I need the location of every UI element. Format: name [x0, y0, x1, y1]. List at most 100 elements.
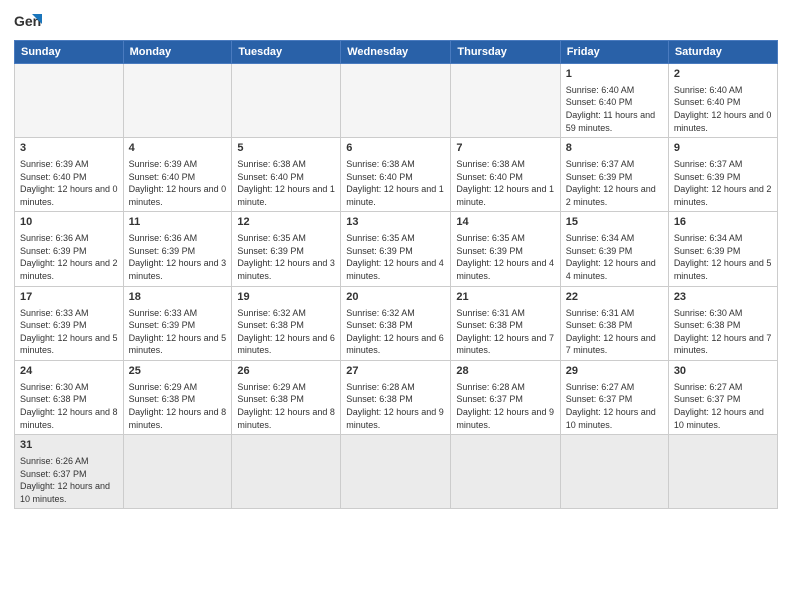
- calendar-cell: 6 Sunrise: 6:38 AM Sunset: 6:40 PM Daylig…: [341, 138, 451, 212]
- day-number: 13: [346, 215, 445, 230]
- day-number: 17: [20, 290, 118, 305]
- day-number: 24: [20, 364, 118, 379]
- day-info: Sunrise: 6:37 AM Sunset: 6:39 PM Dayligh…: [674, 158, 772, 208]
- col-header-friday: Friday: [560, 41, 668, 64]
- day-number: 4: [129, 141, 227, 156]
- day-info: Sunrise: 6:36 AM Sunset: 6:39 PM Dayligh…: [20, 232, 118, 282]
- logo-icon: General: [14, 10, 42, 34]
- day-number: 6: [346, 141, 445, 156]
- day-number: 20: [346, 290, 445, 305]
- calendar-cell: 10 Sunrise: 6:36 AM Sunset: 6:39 PM Dayli…: [15, 212, 124, 286]
- logo: General: [14, 10, 46, 34]
- day-info: Sunrise: 6:30 AM Sunset: 6:38 PM Dayligh…: [20, 381, 118, 431]
- day-number: 22: [566, 290, 663, 305]
- col-header-tuesday: Tuesday: [232, 41, 341, 64]
- day-info: Sunrise: 6:28 AM Sunset: 6:38 PM Dayligh…: [346, 381, 445, 431]
- calendar-cell: 31Sunrise: 6:26 AM Sunset: 6:37 PM Dayli…: [15, 435, 124, 509]
- calendar-cell: 13Sunrise: 6:35 AM Sunset: 6:39 PM Dayli…: [341, 212, 451, 286]
- day-info: Sunrise: 6:36 AM Sunset: 6:39 PM Dayligh…: [129, 232, 227, 282]
- day-number: 15: [566, 215, 663, 230]
- day-number: 10: [20, 215, 118, 230]
- calendar-cell: 19 Sunrise: 6:32 AM Sunset: 6:38 PM Dayli…: [232, 286, 341, 360]
- day-info: Sunrise: 6:32 AM Sunset: 6:38 PM Dayligh…: [346, 307, 445, 357]
- calendar-cell: 11 Sunrise: 6:36 AM Sunset: 6:39 PM Dayli…: [123, 212, 232, 286]
- day-info: Sunrise: 6:38 AM Sunset: 6:40 PM Dayligh…: [237, 158, 335, 208]
- day-info: Sunrise: 6:38 AM Sunset: 6:40 PM Dayligh…: [346, 158, 445, 208]
- day-number: 14: [456, 215, 554, 230]
- day-number: 28: [456, 364, 554, 379]
- day-number: 19: [237, 290, 335, 305]
- col-header-monday: Monday: [123, 41, 232, 64]
- calendar-week-row: 31Sunrise: 6:26 AM Sunset: 6:37 PM Dayli…: [15, 435, 778, 509]
- calendar-cell: [15, 64, 124, 138]
- day-info: Sunrise: 6:33 AM Sunset: 6:39 PM Dayligh…: [129, 307, 227, 357]
- page: General SundayMondayTuesdayWednesdayThur…: [0, 0, 792, 612]
- calendar-cell: 22 Sunrise: 6:31 AM Sunset: 6:38 PM Dayli…: [560, 286, 668, 360]
- day-number: 18: [129, 290, 227, 305]
- day-info: Sunrise: 6:30 AM Sunset: 6:38 PM Dayligh…: [674, 307, 772, 357]
- calendar-cell: 30 Sunrise: 6:27 AM Sunset: 6:37 PM Dayli…: [668, 360, 777, 434]
- day-number: 23: [674, 290, 772, 305]
- day-info: Sunrise: 6:33 AM Sunset: 6:39 PM Dayligh…: [20, 307, 118, 357]
- day-number: 31: [20, 438, 118, 453]
- day-info: Sunrise: 6:31 AM Sunset: 6:38 PM Dayligh…: [566, 307, 663, 357]
- col-header-wednesday: Wednesday: [341, 41, 451, 64]
- day-number: 8: [566, 141, 663, 156]
- day-info: Sunrise: 6:31 AM Sunset: 6:38 PM Dayligh…: [456, 307, 554, 357]
- calendar-cell: [341, 435, 451, 509]
- day-number: 2: [674, 67, 772, 82]
- calendar-cell: [123, 64, 232, 138]
- day-info: Sunrise: 6:27 AM Sunset: 6:37 PM Dayligh…: [566, 381, 663, 431]
- day-number: 30: [674, 364, 772, 379]
- day-info: Sunrise: 6:27 AM Sunset: 6:37 PM Dayligh…: [674, 381, 772, 431]
- calendar-cell: 28 Sunrise: 6:28 AM Sunset: 6:37 PM Dayli…: [451, 360, 560, 434]
- day-info: Sunrise: 6:34 AM Sunset: 6:39 PM Dayligh…: [566, 232, 663, 282]
- day-info: Sunrise: 6:35 AM Sunset: 6:39 PM Dayligh…: [456, 232, 554, 282]
- calendar-cell: 29 Sunrise: 6:27 AM Sunset: 6:37 PM Dayli…: [560, 360, 668, 434]
- calendar-cell: 14 Sunrise: 6:35 AM Sunset: 6:39 PM Dayli…: [451, 212, 560, 286]
- day-info: Sunrise: 6:28 AM Sunset: 6:37 PM Dayligh…: [456, 381, 554, 431]
- day-info: Sunrise: 6:39 AM Sunset: 6:40 PM Dayligh…: [20, 158, 118, 208]
- day-info: Sunrise: 6:40 AM Sunset: 6:40 PM Dayligh…: [674, 84, 772, 134]
- calendar-cell: 16Sunrise: 6:34 AM Sunset: 6:39 PM Dayli…: [668, 212, 777, 286]
- calendar-cell: [451, 64, 560, 138]
- calendar-cell: 23 Sunrise: 6:30 AM Sunset: 6:38 PM Dayli…: [668, 286, 777, 360]
- day-info: Sunrise: 6:37 AM Sunset: 6:39 PM Dayligh…: [566, 158, 663, 208]
- day-number: 7: [456, 141, 554, 156]
- calendar-cell: 5 Sunrise: 6:38 AM Sunset: 6:40 PM Daylig…: [232, 138, 341, 212]
- day-number: 16: [674, 215, 772, 230]
- day-number: 26: [237, 364, 335, 379]
- col-header-thursday: Thursday: [451, 41, 560, 64]
- day-number: 5: [237, 141, 335, 156]
- day-info: Sunrise: 6:40 AM Sunset: 6:40 PM Dayligh…: [566, 84, 663, 134]
- calendar-cell: 1Sunrise: 6:40 AM Sunset: 6:40 PM Daylig…: [560, 64, 668, 138]
- calendar-cell: 27 Sunrise: 6:28 AM Sunset: 6:38 PM Dayli…: [341, 360, 451, 434]
- calendar-cell: [451, 435, 560, 509]
- day-info: Sunrise: 6:38 AM Sunset: 6:40 PM Dayligh…: [456, 158, 554, 208]
- calendar-week-row: 17 Sunrise: 6:33 AM Sunset: 6:39 PM Dayli…: [15, 286, 778, 360]
- calendar-cell: 17 Sunrise: 6:33 AM Sunset: 6:39 PM Dayli…: [15, 286, 124, 360]
- day-number: 27: [346, 364, 445, 379]
- calendar-cell: 9Sunrise: 6:37 AM Sunset: 6:39 PM Daylig…: [668, 138, 777, 212]
- calendar-cell: 4Sunrise: 6:39 AM Sunset: 6:40 PM Daylig…: [123, 138, 232, 212]
- day-number: 29: [566, 364, 663, 379]
- calendar-cell: 21Sunrise: 6:31 AM Sunset: 6:38 PM Dayli…: [451, 286, 560, 360]
- calendar-cell: 15 Sunrise: 6:34 AM Sunset: 6:39 PM Dayli…: [560, 212, 668, 286]
- col-header-sunday: Sunday: [15, 41, 124, 64]
- calendar-cell: 12Sunrise: 6:35 AM Sunset: 6:39 PM Dayli…: [232, 212, 341, 286]
- calendar-cell: 2 Sunrise: 6:40 AM Sunset: 6:40 PM Daylig…: [668, 64, 777, 138]
- day-number: 12: [237, 215, 335, 230]
- calendar-cell: [668, 435, 777, 509]
- calendar-cell: [232, 435, 341, 509]
- calendar-cell: 8 Sunrise: 6:37 AM Sunset: 6:39 PM Daylig…: [560, 138, 668, 212]
- calendar-cell: 7 Sunrise: 6:38 AM Sunset: 6:40 PM Daylig…: [451, 138, 560, 212]
- calendar-cell: 26Sunrise: 6:29 AM Sunset: 6:38 PM Dayli…: [232, 360, 341, 434]
- calendar-cell: [560, 435, 668, 509]
- day-info: Sunrise: 6:32 AM Sunset: 6:38 PM Dayligh…: [237, 307, 335, 357]
- header: General: [14, 10, 778, 34]
- calendar-cell: 25Sunrise: 6:29 AM Sunset: 6:38 PM Dayli…: [123, 360, 232, 434]
- calendar-cell: 3Sunrise: 6:39 AM Sunset: 6:40 PM Daylig…: [15, 138, 124, 212]
- calendar-week-row: 24 Sunrise: 6:30 AM Sunset: 6:38 PM Dayli…: [15, 360, 778, 434]
- day-number: 11: [129, 215, 227, 230]
- calendar-week-row: 10 Sunrise: 6:36 AM Sunset: 6:39 PM Dayli…: [15, 212, 778, 286]
